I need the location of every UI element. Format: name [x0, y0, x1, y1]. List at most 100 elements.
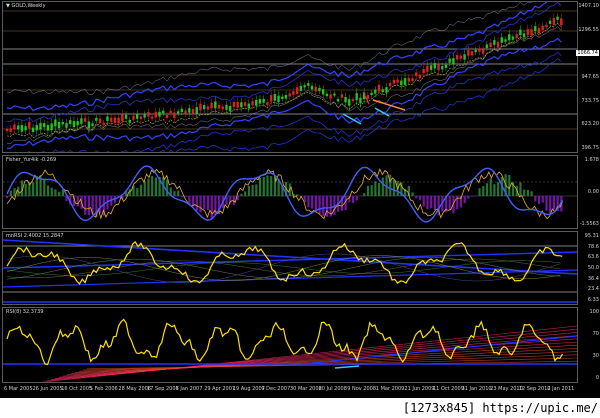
candle-59	[225, 104, 228, 110]
candle-76	[288, 93, 291, 97]
candle-26	[102, 122, 105, 125]
envelope-line-1	[6, 2, 562, 123]
fisher-histogram-bar-70	[266, 175, 269, 196]
candle-0	[5, 128, 9, 132]
fisher-histogram-bar-110	[415, 196, 418, 199]
candle-110	[415, 72, 418, 77]
time-axis-label: 29 Apr 2007	[204, 386, 236, 392]
fisher-pane[interactable]: Fisher_Yur4ik -0.269	[2, 155, 578, 229]
fisher-histogram-bar-111	[418, 196, 422, 200]
fisher-histogram-bar-146	[549, 196, 552, 214]
fisher-histogram-bar-86	[325, 196, 329, 217]
candle-55	[210, 102, 213, 109]
candle-73	[277, 95, 280, 102]
fisher-axis: 1.678 0.00 -1.5563	[578, 155, 600, 229]
fisher-histogram-bar-49	[188, 196, 191, 204]
axis-tick-label: 0	[595, 375, 599, 381]
candle-19	[76, 121, 79, 126]
candle-120	[452, 58, 455, 65]
candle-132	[496, 41, 500, 48]
candle-90	[340, 94, 343, 98]
fisher-histogram-bar-140	[526, 189, 529, 196]
candle-12	[50, 123, 53, 131]
candle-6	[28, 122, 31, 129]
candle-113	[426, 65, 429, 72]
axis-tick-label: 733.75	[581, 97, 600, 104]
candle-102	[385, 87, 388, 93]
fisher-histogram-bar-142	[534, 196, 537, 202]
time-axis-label: 30 Mar 2008	[290, 386, 322, 392]
fisher-histogram-bar-109	[411, 192, 414, 196]
candle-16	[65, 123, 68, 128]
fisher-histogram-bar-81	[307, 196, 310, 208]
candle-134	[504, 39, 507, 42]
candle-43	[165, 114, 169, 119]
time-axis-label: 7 Jan 2007	[175, 386, 203, 392]
candle-70	[266, 102, 269, 105]
candle-107	[403, 78, 407, 85]
candle-31	[121, 114, 124, 122]
fisher-histogram-bar-10	[43, 178, 46, 196]
fisher-histogram-bar-138	[519, 182, 522, 196]
candle-87	[329, 94, 332, 99]
fisher-histogram-bar-43	[165, 179, 169, 196]
mnrsi-pane[interactable]: mnRSI 2.4002 15.2847	[2, 231, 578, 305]
candle-63	[240, 102, 243, 108]
candle-103	[388, 83, 392, 87]
fisher-histogram-bar-66	[251, 184, 254, 196]
candle-27	[106, 116, 109, 121]
mnrsi-blue-trend-2	[3, 251, 577, 269]
fisher-histogram-bar-69	[262, 177, 265, 196]
candle-57	[217, 104, 221, 109]
candle-39	[150, 116, 154, 119]
candle-94	[355, 93, 358, 101]
axis-tick-label: 50.0	[587, 265, 599, 271]
axis-tick-label: 1.678	[584, 157, 599, 163]
chart-window: ▼ GOLD,Weekly 1407.10 1296.55 1066.74 947.6…	[0, 0, 600, 398]
candle-133	[500, 37, 503, 43]
candle-119	[448, 58, 451, 63]
candle-108	[407, 77, 410, 82]
candle-9	[39, 122, 42, 130]
fisher-histogram-bar-100	[378, 182, 381, 196]
candle-25	[98, 118, 102, 124]
fisher-histogram-bar-129	[485, 183, 489, 196]
dropdown-marker-icon[interactable]: ▼	[6, 3, 10, 9]
candle-124	[467, 50, 470, 56]
rsi-pane[interactable]: RSI(8) 32.3739	[2, 307, 578, 383]
time-axis-label: 21 Jun 2009	[404, 386, 435, 392]
candle-131	[493, 40, 496, 45]
candle-10	[43, 123, 46, 128]
fisher-histogram-bar-21	[84, 196, 87, 215]
envelope-line-3	[6, 37, 562, 150]
candle-79	[299, 85, 303, 91]
candle-114	[429, 65, 433, 70]
fisher-histogram-bar-46	[177, 190, 180, 196]
fisher-histogram-bar-48	[184, 196, 187, 197]
candle-5	[24, 126, 27, 131]
candle-91	[344, 96, 347, 103]
candle-81	[307, 83, 310, 86]
fisher-histogram-bar-0	[6, 196, 9, 199]
candle-89	[336, 98, 340, 102]
axis-tick-label: 95.31	[584, 233, 599, 239]
time-axis-label: 26 Jun 2005	[32, 386, 63, 392]
candle-45	[173, 112, 176, 119]
candle-8	[35, 125, 38, 131]
candle-72	[273, 94, 277, 101]
axis-tick-label: 6.33	[587, 297, 599, 303]
candle-92	[348, 99, 351, 106]
axis-tick-label: 1407.10	[578, 3, 599, 9]
fisher-histogram-bar-65	[247, 185, 250, 196]
fisher-histogram-bar-114	[430, 196, 433, 208]
price-pane[interactable]: ▼ GOLD,Weekly	[2, 1, 578, 153]
candle-69	[262, 98, 265, 103]
candle-47	[180, 108, 184, 113]
candle-4	[20, 124, 24, 132]
fisher-histogram-bar-132	[497, 182, 500, 196]
candle-116	[437, 64, 440, 71]
candle-82	[310, 85, 314, 90]
axis-tick-label: 23.4	[587, 286, 599, 293]
time-axis: 6 Mar 2005 26 Jun 2005 16 Oct 2005 5 Feb 20…	[0, 385, 600, 398]
fisher-histogram-bar-64	[244, 191, 247, 196]
